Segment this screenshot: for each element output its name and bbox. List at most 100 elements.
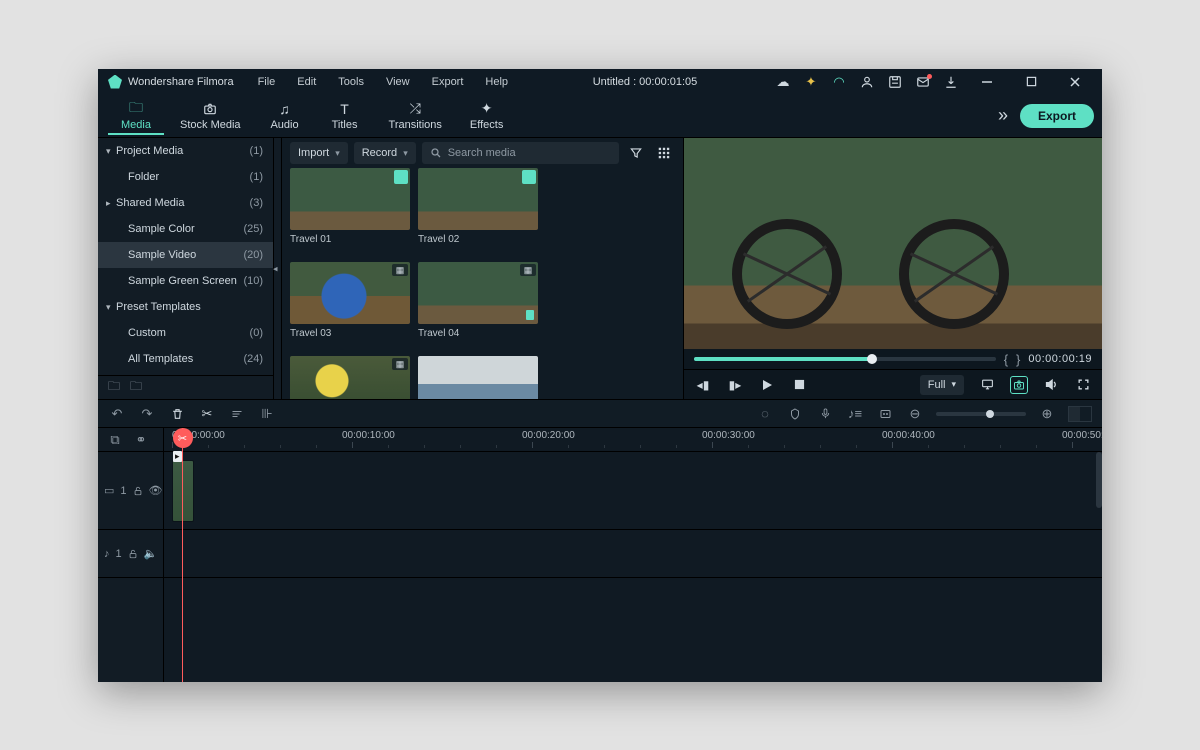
clip-item[interactable]: Travel 01 <box>290 168 410 258</box>
timeline-tracks[interactable]: 00:00:00:00 00:00:10:00 00:00:20:00 00:0… <box>164 428 1102 682</box>
scrollbar-thumb[interactable] <box>1096 452 1102 508</box>
play-button[interactable] <box>758 376 776 394</box>
volume-icon[interactable] <box>1042 376 1060 394</box>
mark-in-icon[interactable]: { <box>1004 352 1008 367</box>
display-icon[interactable] <box>978 376 996 394</box>
tree-sample-color[interactable]: Sample Color (25) <box>98 216 273 242</box>
fullscreen-icon[interactable] <box>1074 376 1092 394</box>
account-icon[interactable] <box>858 73 876 91</box>
snapshot-button[interactable] <box>1010 376 1028 394</box>
timeline-clip[interactable]: ▸ <box>172 460 194 522</box>
menu-edit[interactable]: Edit <box>289 74 324 90</box>
render-icon[interactable]: ◌ <box>756 405 774 423</box>
video-track-header[interactable]: ▭ 1 👁 <box>98 452 163 530</box>
tree-count: (10) <box>243 275 263 287</box>
split-button[interactable]: ✂ <box>198 405 216 423</box>
audio-lane[interactable] <box>164 530 1102 578</box>
marker-icon[interactable] <box>786 405 804 423</box>
menu-help[interactable]: Help <box>477 74 516 90</box>
progress-track[interactable] <box>694 357 996 361</box>
lock-icon[interactable] <box>128 548 138 560</box>
search-icon <box>430 147 442 159</box>
timeline-scrollbar[interactable] <box>1096 452 1102 682</box>
visibility-icon[interactable]: 👁 <box>149 484 163 497</box>
record-dropdown[interactable]: Record ▾ <box>354 142 416 164</box>
minimize-button[interactable] <box>970 71 1004 93</box>
zoom-knob[interactable] <box>986 410 994 418</box>
next-frame-button[interactable]: ▮▸ <box>726 376 744 394</box>
tab-effects[interactable]: ✦ Effects <box>458 97 515 135</box>
mixer-icon[interactable]: ♪≡ <box>846 405 864 423</box>
playhead-handle[interactable]: ✂ <box>173 428 193 448</box>
tab-media[interactable]: 🗀 Media <box>108 97 164 135</box>
menu-view[interactable]: View <box>378 74 418 90</box>
download-icon[interactable] <box>942 73 960 91</box>
progress-knob[interactable] <box>867 354 877 364</box>
tab-audio[interactable]: ♫ Audio <box>257 97 313 135</box>
clip-item[interactable]: ▦ Travel 04 <box>418 262 538 352</box>
zoom-slider[interactable] <box>936 412 1026 416</box>
zoom-in-icon[interactable]: ⊕ <box>1038 405 1056 423</box>
zoom-out-icon[interactable]: ⊖ <box>906 405 924 423</box>
more-tabs-button[interactable]: » <box>986 94 1020 137</box>
tree-sample-green-screen[interactable]: Sample Green Screen (10) <box>98 268 273 294</box>
close-button[interactable] <box>1058 71 1092 93</box>
cloud-icon[interactable]: ☁ <box>774 73 792 91</box>
redo-button[interactable]: ↷ <box>138 405 156 423</box>
grid-view-icon[interactable] <box>653 142 675 164</box>
caption-icon[interactable] <box>876 405 894 423</box>
save-icon[interactable] <box>886 73 904 91</box>
preview-art <box>732 219 842 329</box>
delete-button[interactable] <box>168 405 186 423</box>
clip-item[interactable]: ▦ Travel 05 <box>290 356 410 399</box>
tree-shared-media[interactable]: ▸ Shared Media (3) <box>98 190 273 216</box>
tree-custom[interactable]: Custom (0) <box>98 320 273 346</box>
export-button[interactable]: Export <box>1020 104 1094 128</box>
tree-sample-video[interactable]: Sample Video (20) <box>98 242 273 268</box>
tree-project-media[interactable]: ▾ Project Media (1) <box>98 138 273 164</box>
sidebar-collapse-handle[interactable] <box>274 138 282 399</box>
audio-adjust-icon[interactable]: ⊪ <box>258 405 276 423</box>
notifications-icon[interactable] <box>914 73 932 91</box>
tree-folder[interactable]: Folder (1) <box>98 164 273 190</box>
playhead[interactable]: ✂ <box>182 428 183 682</box>
clip-item[interactable]: ▦ Travel 03 <box>290 262 410 352</box>
menu-tools[interactable]: Tools <box>330 74 372 90</box>
undo-button[interactable]: ↶ <box>108 405 126 423</box>
audio-track-header[interactable]: ♪ 1 🔈 <box>98 530 163 578</box>
filter-icon[interactable] <box>625 142 647 164</box>
tab-transitions[interactable]: ⤮ Transitions <box>377 97 454 135</box>
maximize-button[interactable] <box>1014 71 1048 93</box>
menu-file[interactable]: File <box>250 74 284 90</box>
mute-icon[interactable]: 🔈 <box>144 547 158 560</box>
clip-item[interactable]: Travel 02 <box>418 168 538 258</box>
import-dropdown[interactable]: Import ▾ <box>290 142 348 164</box>
duplicate-icon[interactable]: ⧉ <box>106 431 124 449</box>
tree-all-templates[interactable]: All Templates (24) <box>98 346 273 372</box>
timeline-ruler[interactable]: 00:00:00:00 00:00:10:00 00:00:20:00 00:0… <box>164 428 1102 452</box>
voiceover-icon[interactable] <box>816 405 834 423</box>
mark-out-icon[interactable]: } <box>1016 352 1020 367</box>
support-icon[interactable]: ◠ <box>830 73 848 91</box>
clip-play-icon: ▸ <box>173 451 182 462</box>
lock-icon[interactable] <box>133 485 143 497</box>
preview-viewport[interactable] <box>684 138 1102 349</box>
clip-item[interactable]: Travel 06 <box>418 356 538 399</box>
new-folder-icon[interactable]: 🗀 <box>130 377 142 398</box>
clip-thumbnail <box>290 168 410 230</box>
tips-icon[interactable]: ✦ <box>802 73 820 91</box>
tab-stock-media[interactable]: Stock Media <box>168 97 253 135</box>
tab-transitions-label: Transitions <box>389 119 442 131</box>
crop-button[interactable] <box>228 405 246 423</box>
link-icon[interactable]: ⚭ <box>132 431 150 449</box>
preview-quality-dropdown[interactable]: Full ▾ <box>920 375 964 395</box>
prev-frame-button[interactable]: ◂▮ <box>694 376 712 394</box>
video-lane[interactable]: ▸ <box>164 452 1102 530</box>
mini-preview-toggle[interactable] <box>1068 406 1092 422</box>
search-input[interactable]: Search media <box>422 142 619 164</box>
stop-button[interactable] <box>790 376 808 394</box>
menu-export[interactable]: Export <box>424 74 472 90</box>
tree-preset-templates[interactable]: ▾ Preset Templates <box>98 294 273 320</box>
tab-titles[interactable]: T Titles <box>317 97 373 135</box>
new-bin-icon[interactable]: 🗀 <box>108 377 120 398</box>
